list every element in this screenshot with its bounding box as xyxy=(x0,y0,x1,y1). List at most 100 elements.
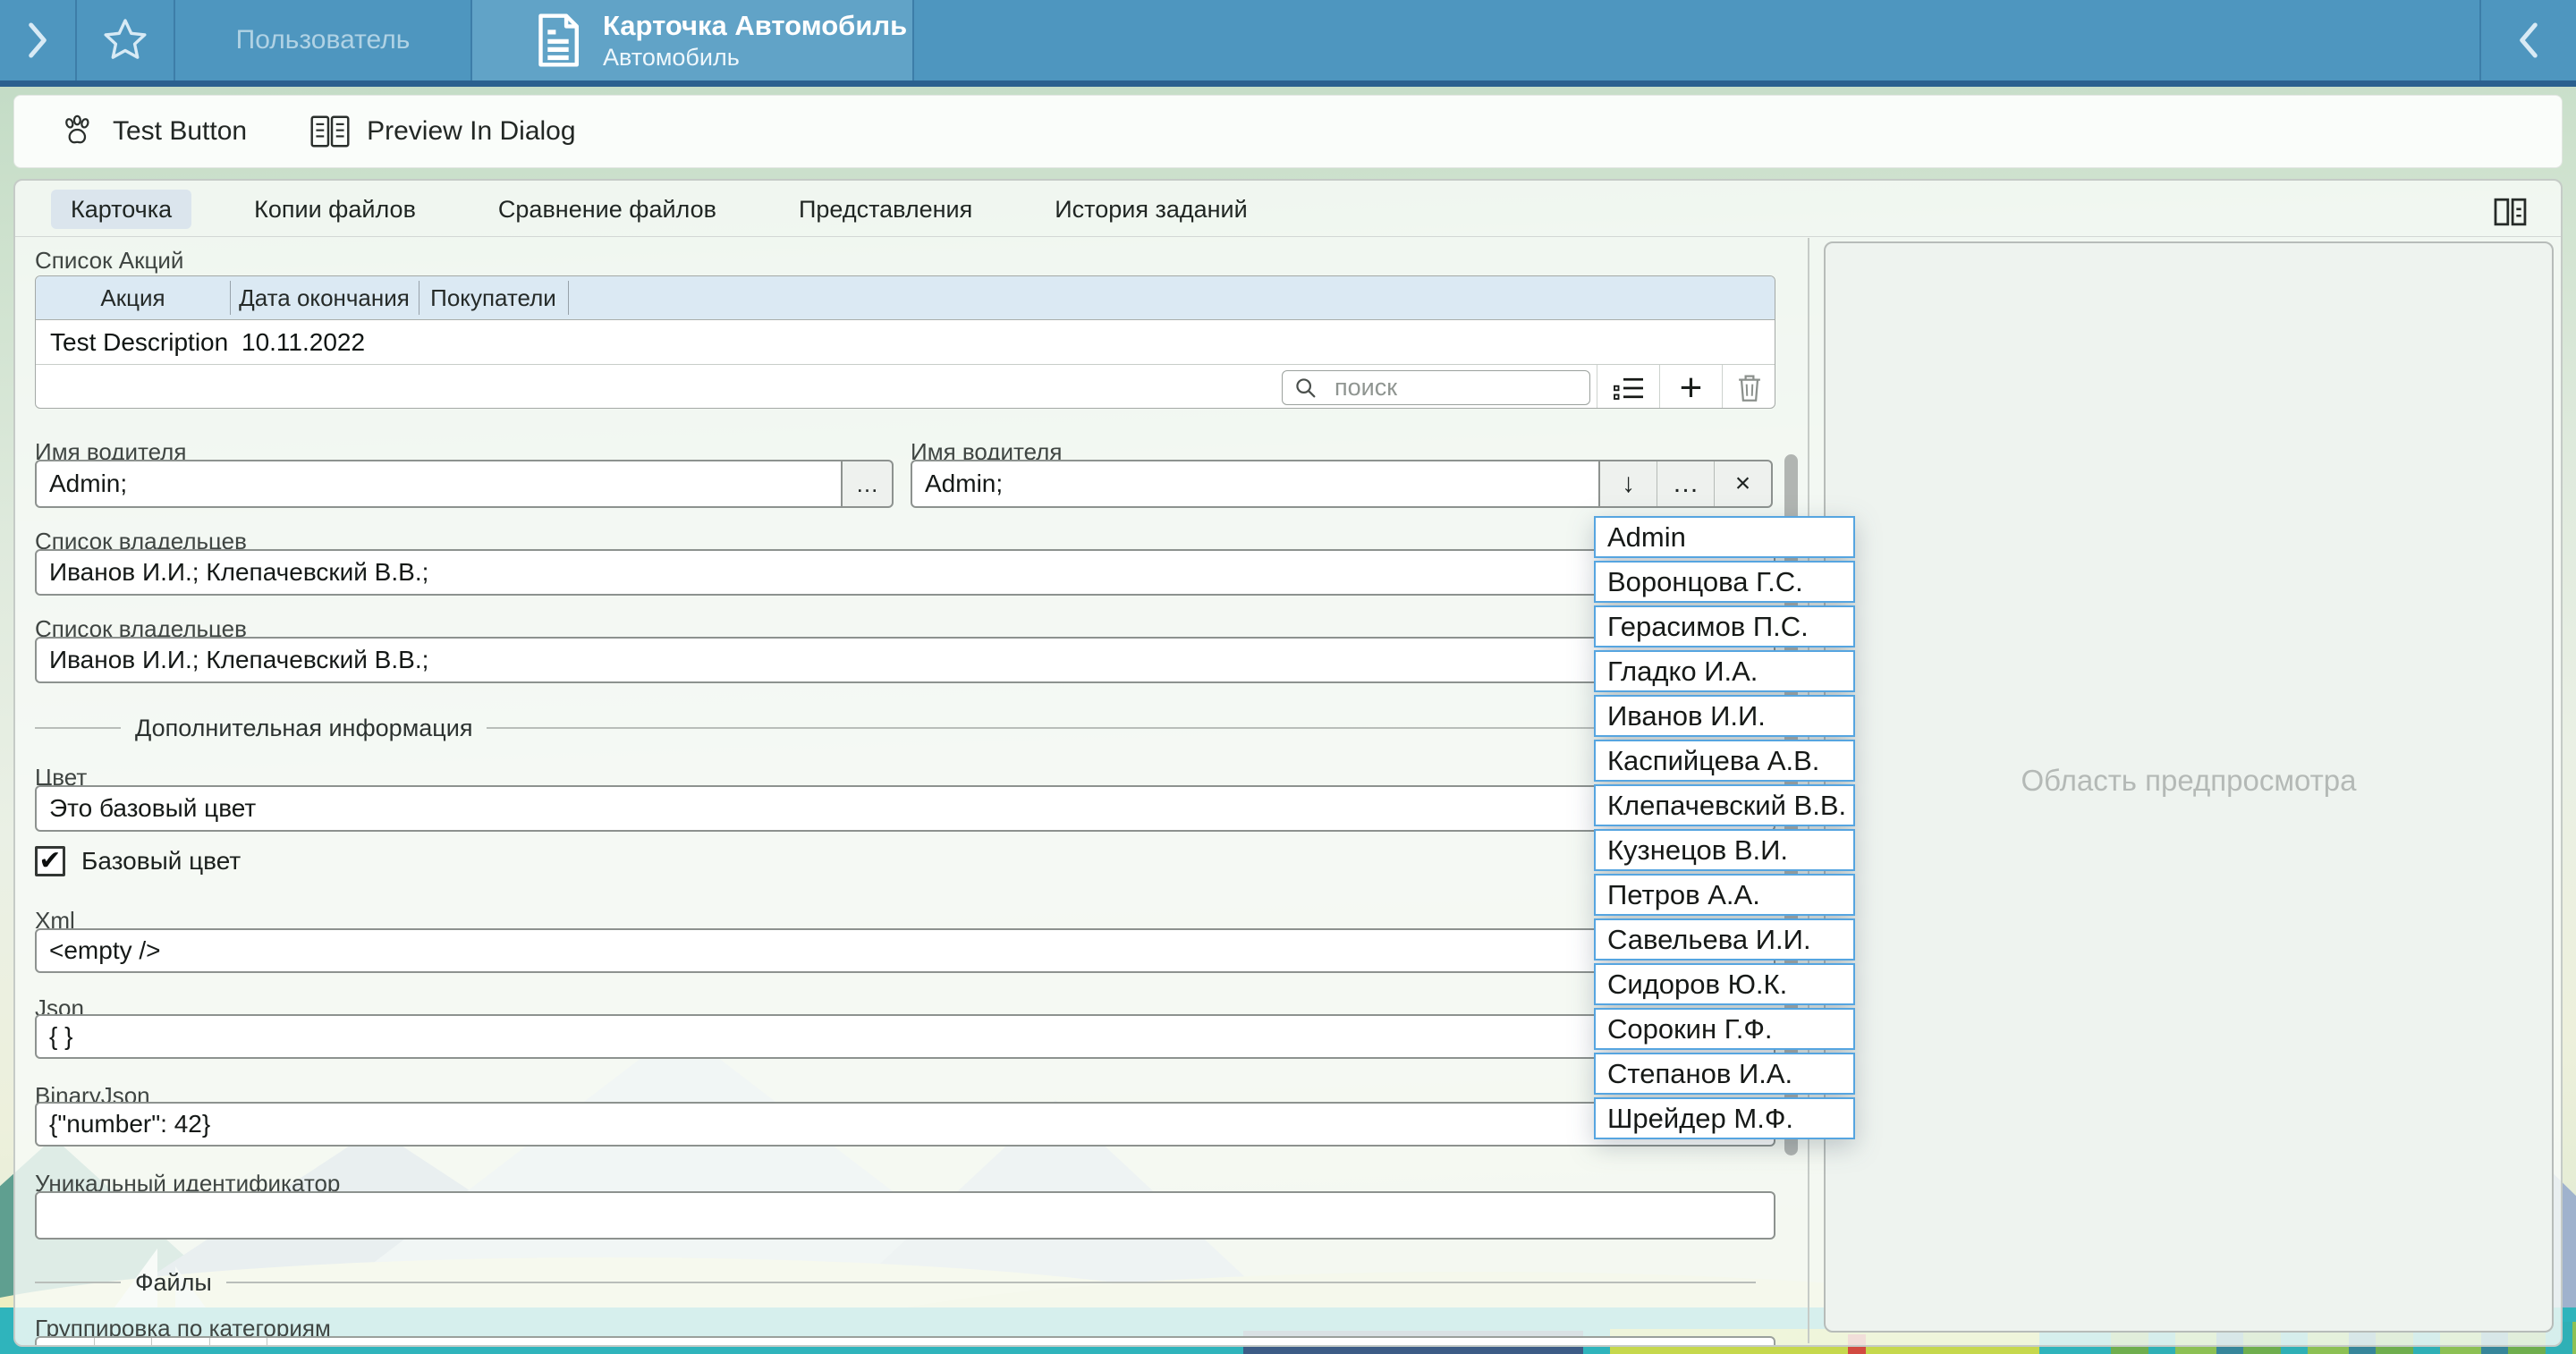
header-cell-promo[interactable]: Акция xyxy=(36,276,230,319)
collapse-right-button[interactable] xyxy=(2481,0,2576,80)
separator-line xyxy=(35,727,121,729)
category-grid[interactable] xyxy=(35,1336,1775,1347)
tab-card-title: Карточка Автомобиль xyxy=(603,9,907,43)
column-separator xyxy=(568,281,569,315)
table-footer-row: поиск + xyxy=(36,364,1775,409)
dropdown-option[interactable]: Каспийцева А.В. xyxy=(1594,740,1855,782)
tab-user[interactable]: Пользователь xyxy=(175,0,470,80)
owners-list-2-input[interactable]: Иванов И.И.; Клепачевский В.В.; xyxy=(35,637,1775,683)
driver-name-input-left[interactable]: Admin; xyxy=(35,460,843,508)
additional-info-separator: Дополнительная информация xyxy=(35,714,1756,742)
preview-panel: Область предпросмотра xyxy=(1824,241,2554,1333)
separator-line xyxy=(226,1282,1756,1283)
trash-icon xyxy=(1736,373,1763,403)
tab-job-history[interactable]: История заданий xyxy=(1035,190,1267,229)
search-icon xyxy=(1293,376,1318,401)
driver-name-buttons: ↓ … × xyxy=(1598,460,1773,508)
column-separator xyxy=(230,281,231,315)
cell-end-date: 10.11.2022 xyxy=(242,320,365,365)
select-from-list-button[interactable] xyxy=(1597,365,1659,409)
separator-line xyxy=(35,1282,121,1283)
xml-input[interactable]: <empty /> xyxy=(35,928,1775,973)
favorites-button[interactable] xyxy=(77,0,174,80)
chevron-right-icon xyxy=(24,21,51,60)
owners-list-1-input[interactable]: Иванов И.И.; Клепачевский В.В.; xyxy=(35,549,1775,596)
dropdown-option[interactable]: Степанов И.А. xyxy=(1594,1053,1855,1095)
dropdown-option[interactable]: Савельева И.И. xyxy=(1594,918,1855,960)
test-button-label: Test Button xyxy=(113,116,247,147)
additional-info-separator-label: Дополнительная информация xyxy=(135,715,472,742)
promo-table: Акция Дата окончания Покупатели Test Des… xyxy=(35,275,1775,409)
json-input[interactable]: { } xyxy=(35,1014,1775,1059)
preview-placeholder: Область предпросмотра xyxy=(1826,764,2552,798)
ellipsis-button-left[interactable]: … xyxy=(841,460,894,508)
tab-file-copies[interactable]: Копии файлов xyxy=(234,190,436,229)
add-row-button[interactable]: + xyxy=(1659,365,1722,409)
plus-icon: + xyxy=(1680,370,1703,406)
tabbar-divider xyxy=(15,236,2563,237)
table-row[interactable]: Test Description 10.11.2022 xyxy=(36,319,1775,364)
document-icon xyxy=(535,12,581,69)
color-input[interactable]: Это базовый цвет xyxy=(35,785,1775,832)
book-icon xyxy=(309,114,351,149)
tab-user-label: Пользователь xyxy=(236,25,411,55)
tab-bar: Карточка Копии файлов Сравнение файлов П… xyxy=(51,190,1267,229)
topbar-spacer xyxy=(914,0,2479,80)
star-icon xyxy=(101,16,149,64)
tab-card-subtitle: Автомобиль xyxy=(603,43,907,72)
dropdown-option[interactable]: Сидоров Ю.К. xyxy=(1594,963,1855,1005)
toolbar: Test Button Preview In Dialog xyxy=(13,95,2563,168)
dropdown-option[interactable]: Воронцова Г.С. xyxy=(1594,561,1855,603)
tab-views[interactable]: Представления xyxy=(779,190,992,229)
ellipsis-button-right[interactable]: … xyxy=(1657,461,1714,506)
toggle-preview-button[interactable] xyxy=(2489,195,2532,229)
cell-promo: Test Description xyxy=(50,320,228,365)
dropdown-option[interactable]: Гладко И.А. xyxy=(1594,650,1855,692)
grid-column-separator xyxy=(209,1338,210,1347)
tab-file-compare[interactable]: Сравнение файлов xyxy=(479,190,736,229)
dropdown-option[interactable]: Шрейдер М.Ф. xyxy=(1594,1097,1855,1139)
dropdown-option[interactable]: Кузнецов В.И. xyxy=(1594,829,1855,871)
header-cell-end-date[interactable]: Дата окончания xyxy=(230,276,419,319)
separator-line xyxy=(487,727,1756,729)
grid-column-separator xyxy=(94,1338,95,1347)
binaryjson-input[interactable]: {"number": 42} xyxy=(35,1102,1775,1147)
search-placeholder: поиск xyxy=(1335,374,1397,402)
dropdown-option[interactable]: Герасимов П.С. xyxy=(1594,605,1855,647)
base-color-checkbox-label: Базовый цвет xyxy=(81,847,241,876)
driver-name-dropdown: Admin Воронцова Г.С. Герасимов П.С. Глад… xyxy=(1594,516,1855,1142)
delete-row-button[interactable] xyxy=(1722,365,1775,409)
app-window: Пользователь Карточка Автомобиль Автомоб… xyxy=(0,0,2576,1354)
checkbox-checkmark: ✔ xyxy=(38,848,61,875)
dropdown-option[interactable]: Сорокин Г.Ф. xyxy=(1594,1008,1855,1050)
dropdown-option[interactable]: Петров А.А. xyxy=(1594,874,1855,916)
promo-section-label: Список Акций xyxy=(35,247,183,275)
tab-card-auto[interactable]: Карточка Автомобиль Автомобиль xyxy=(472,0,912,80)
top-bar: Пользователь Карточка Автомобиль Автомоб… xyxy=(0,0,2576,87)
paw-icon xyxy=(59,113,97,150)
tab-card[interactable]: Карточка xyxy=(51,190,191,229)
split-view-icon xyxy=(2491,197,2530,227)
dropdown-option[interactable]: Клепачевский В.В. xyxy=(1594,784,1855,826)
expand-panel-button[interactable] xyxy=(0,0,75,80)
chevron-left-icon xyxy=(2515,21,2542,60)
dropdown-option[interactable]: Иванов И.И. xyxy=(1594,695,1855,737)
header-cell-buyers[interactable]: Покупатели xyxy=(419,276,568,319)
dropdown-open-button[interactable]: ↓ xyxy=(1600,461,1657,506)
files-separator-label: Файлы xyxy=(135,1269,212,1297)
base-color-checkbox[interactable]: ✔ Базовый цвет xyxy=(35,846,241,876)
clear-button[interactable]: × xyxy=(1714,461,1771,506)
list-icon xyxy=(1612,374,1646,402)
driver-name-input-right[interactable]: Admin; xyxy=(911,460,1600,508)
preview-in-dialog-button[interactable]: Preview In Dialog xyxy=(309,114,575,149)
files-separator: Файлы xyxy=(35,1268,1756,1297)
dropdown-option[interactable]: Admin xyxy=(1594,516,1855,558)
unique-id-input[interactable] xyxy=(35,1191,1775,1240)
preview-in-dialog-label: Preview In Dialog xyxy=(367,116,575,147)
tab-card-text: Карточка Автомобиль Автомобиль xyxy=(603,9,907,72)
grid-column-separator xyxy=(151,1338,152,1347)
test-button[interactable]: Test Button xyxy=(59,113,247,150)
checkbox-box[interactable]: ✔ xyxy=(35,846,65,876)
search-input[interactable]: поиск xyxy=(1282,370,1590,405)
promo-table-header: Акция Дата окончания Покупатели xyxy=(36,276,1775,319)
